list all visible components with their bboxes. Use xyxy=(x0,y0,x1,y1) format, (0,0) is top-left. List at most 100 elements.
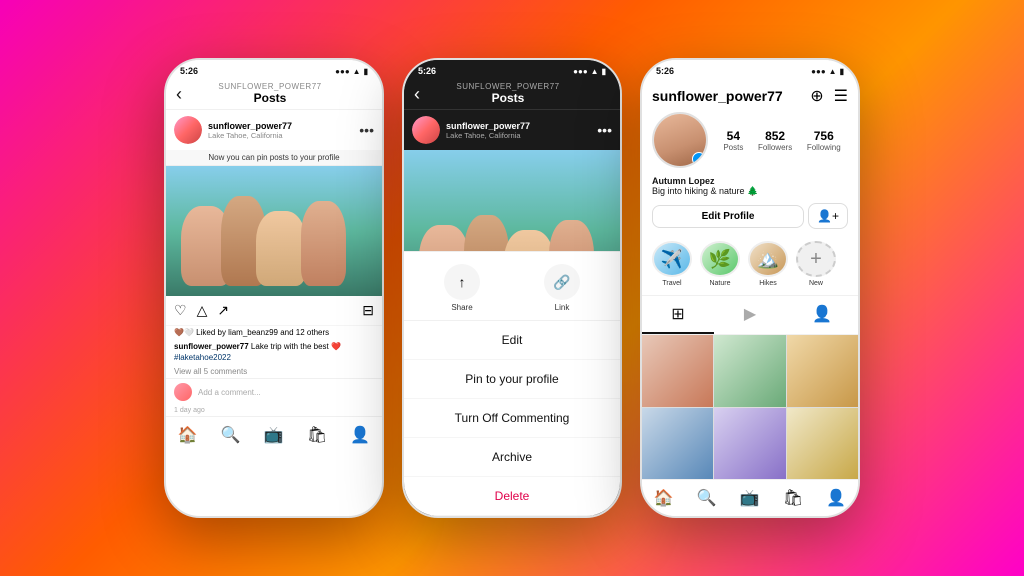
followers-count: 852 xyxy=(758,129,792,143)
bottom-nav-1: 🏠 🔍 📺 🛍 👤 xyxy=(166,416,382,453)
post-caption-1: sunflower_power77 Lake trip with the bes… xyxy=(166,339,382,365)
time-2: 5:26 xyxy=(418,66,436,76)
avatar-image-1 xyxy=(174,116,202,144)
post-location-2: Lake Tahoe, California xyxy=(446,131,591,140)
followers-label: Followers xyxy=(758,143,792,152)
share-label: Share xyxy=(451,303,472,312)
nav-home-1[interactable]: 🏠 xyxy=(178,425,198,445)
share-sheet-item[interactable]: ↑ Share xyxy=(444,264,480,312)
nav-shop-3[interactable]: 🛍 xyxy=(783,488,803,508)
status-icons-1: ●●● ▲ ▮ xyxy=(335,67,368,76)
tab-tagged[interactable]: 👤 xyxy=(786,296,858,334)
story-new[interactable]: + New xyxy=(796,241,836,287)
status-icons-3: ●●● ▲ ▮ xyxy=(811,67,844,76)
story-new-label: New xyxy=(809,280,823,287)
story-travel-label: Travel xyxy=(662,280,681,287)
battery-icon-3: ▮ xyxy=(840,67,844,76)
nav-header-1: ‹ SUNFLOWER_POWER77 Posts xyxy=(166,78,382,110)
time-1: 5:26 xyxy=(180,66,198,76)
like-icon[interactable]: ♡ xyxy=(174,302,187,319)
story-nature-circle: 🌿 xyxy=(700,241,740,277)
add-person-button[interactable]: 👤+ xyxy=(808,203,848,229)
phone-1: 5:26 ●●● ▲ ▮ ‹ SUNFLOWER_POWER77 Posts s… xyxy=(164,58,384,518)
view-comments-1[interactable]: View all 5 comments xyxy=(166,365,382,378)
posts-count: 54 xyxy=(723,129,743,143)
status-bar-2: 5:26 ●●● ▲ ▮ xyxy=(404,60,620,78)
tab-grid[interactable]: ⊞ xyxy=(642,296,714,334)
hamburger-icon[interactable]: ☰ xyxy=(834,86,848,106)
photo-1 xyxy=(642,335,713,406)
post-username-1: sunflower_power77 xyxy=(208,121,353,131)
nav-search-3[interactable]: 🔍 xyxy=(697,488,717,508)
nav-shop-1[interactable]: 🛍 xyxy=(307,425,327,445)
edit-profile-button[interactable]: Edit Profile xyxy=(652,205,804,228)
nav-home-3[interactable]: 🏠 xyxy=(654,488,674,508)
post-actions-1: ♡ △ ↗ ⊟ xyxy=(166,296,382,326)
menu-edit[interactable]: Edit xyxy=(404,321,620,360)
profile-stats-row: ✓ 54 Posts 852 Followers 756 Following xyxy=(652,112,848,168)
story-nature-label: Nature xyxy=(709,280,730,287)
post-options-1[interactable]: ••• xyxy=(359,122,374,138)
tab-reels[interactable]: ▶ xyxy=(714,296,786,334)
battery-icon: ▮ xyxy=(364,67,368,76)
signal-icon: ●●● xyxy=(335,67,350,76)
photo-2 xyxy=(714,335,785,406)
photo-cell-4 xyxy=(642,408,713,479)
profile-bio: Autumn Lopez Big into hiking & nature 🌲 xyxy=(652,176,848,197)
menu-delete[interactable]: Delete xyxy=(404,477,620,516)
bio-text: Big into hiking & nature 🌲 xyxy=(652,186,848,197)
photo-grid xyxy=(642,335,858,479)
bottom-sheet: ↑ Share 🔗 Link Edit Pin to your profile … xyxy=(404,251,620,516)
time-3: 5:26 xyxy=(656,66,674,76)
profile-top-right: ⊕ ☰ xyxy=(810,86,848,106)
status-icons-2: ●●● ▲ ▮ xyxy=(573,67,606,76)
stat-followers[interactable]: 852 Followers xyxy=(758,129,792,152)
add-user-icon[interactable]: ⊕ xyxy=(810,86,823,106)
story-hikes-label: Hikes xyxy=(759,280,777,287)
photo-5 xyxy=(714,408,785,479)
following-label: Following xyxy=(807,143,841,152)
comment-icon[interactable]: △ xyxy=(197,302,208,319)
story-travel-circle: ✈️ xyxy=(652,241,692,277)
photo-cell-5 xyxy=(714,408,785,479)
nav-reels-3[interactable]: 📺 xyxy=(740,488,760,508)
story-add-circle: + xyxy=(796,241,836,277)
comment-placeholder-1[interactable]: Add a comment... xyxy=(198,388,261,397)
profile-header: sunflower_power77 ⊕ ☰ ✓ 54 Posts 852 Fol… xyxy=(642,78,858,241)
nav-main-2: Posts xyxy=(420,91,596,105)
menu-turn-off-commenting[interactable]: Turn Off Commenting xyxy=(404,399,620,438)
share-icon[interactable]: ↗ xyxy=(217,302,229,319)
comment-avatar-1 xyxy=(174,383,192,401)
story-travel[interactable]: ✈️ Travel xyxy=(652,241,692,287)
wifi-icon: ▲ xyxy=(353,67,361,76)
link-label: Link xyxy=(555,303,570,312)
photo-cell-6 xyxy=(787,408,858,479)
story-hikes[interactable]: 🏔️ Hikes xyxy=(748,241,788,287)
stats-items: 54 Posts 852 Followers 756 Following xyxy=(716,129,848,152)
menu-pin[interactable]: Pin to your profile xyxy=(404,360,620,399)
posts-label: Posts xyxy=(723,143,743,152)
link-sheet-item[interactable]: 🔗 Link xyxy=(544,264,580,312)
link-icon-circle: 🔗 xyxy=(544,264,580,300)
photo-1 xyxy=(166,166,382,296)
wifi-icon-2: ▲ xyxy=(591,67,599,76)
share-icon-circle: ↑ xyxy=(444,264,480,300)
nav-profile-1[interactable]: 👤 xyxy=(350,425,370,445)
nav-reels-1[interactable]: 📺 xyxy=(264,425,284,445)
nav-header-2: ‹ SUNFLOWER_POWER77 Posts xyxy=(404,78,620,110)
dark-post-header: sunflower_power77 Lake Tahoe, California… xyxy=(404,110,620,150)
story-nature[interactable]: 🌿 Nature xyxy=(700,241,740,287)
signal-icon-3: ●●● xyxy=(811,67,826,76)
post-header-1: sunflower_power77 Lake Tahoe, California… xyxy=(166,110,382,150)
nav-profile-3[interactable]: 👤 xyxy=(826,488,846,508)
photo-3 xyxy=(787,335,858,406)
menu-archive[interactable]: Archive xyxy=(404,438,620,477)
profile-username: sunflower_power77 xyxy=(652,88,783,104)
save-icon[interactable]: ⊟ xyxy=(362,302,374,319)
post-location-1: Lake Tahoe, California xyxy=(208,131,353,140)
stat-following[interactable]: 756 Following xyxy=(807,129,841,152)
wifi-icon-3: ▲ xyxy=(829,67,837,76)
nav-search-1[interactable]: 🔍 xyxy=(221,425,241,445)
post-options-2[interactable]: ••• xyxy=(597,122,612,138)
nav-title-2: SUNFLOWER_POWER77 Posts xyxy=(420,82,596,105)
